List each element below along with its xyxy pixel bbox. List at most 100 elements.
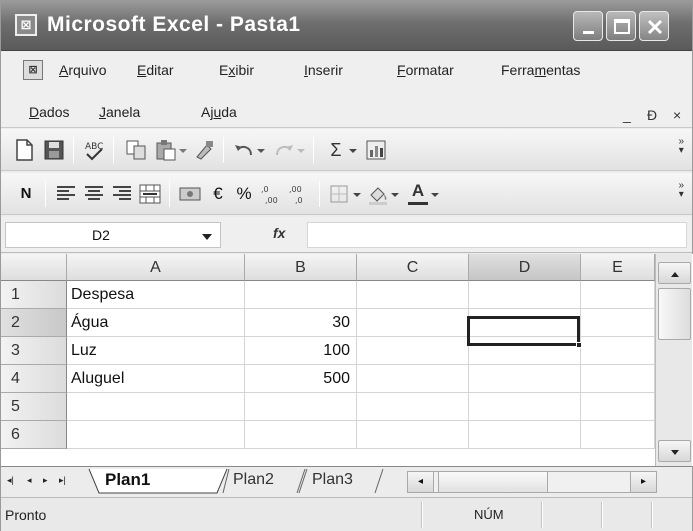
cell-b4[interactable]: 500 [245,365,357,393]
merge-center-icon[interactable] [137,181,163,207]
menu-arquivo[interactable]: Arquivo [59,62,106,78]
toolbar-options-icon[interactable]: » ▾ [678,137,684,156]
cell-d4[interactable] [469,365,581,393]
align-left-icon[interactable] [53,181,79,207]
cell-e6[interactable] [581,421,655,449]
previous-sheet-icon[interactable]: ◂ [27,475,32,486]
row-header-6[interactable]: 6 [1,421,67,449]
align-center-icon[interactable] [81,181,107,207]
row-header-3[interactable]: 3 [1,337,67,365]
new-document-icon[interactable] [11,137,37,163]
increase-decimal-icon[interactable]: ,0,00 [259,181,285,207]
menu-janela[interactable]: Janela [99,104,140,120]
borders-dropdown-icon[interactable] [351,181,363,207]
name-box-dropdown-icon[interactable] [202,234,212,240]
column-header-e[interactable]: E [581,254,655,281]
workbook-icon[interactable]: ⊠ [23,60,43,80]
menu-dados[interactable]: Dados [29,104,69,120]
undo-dropdown-icon[interactable] [255,137,267,163]
scroll-right-button[interactable]: ▸ [630,472,656,492]
cell-b2[interactable]: 30 [245,309,357,337]
menu-formatar[interactable]: Formatar [397,62,454,78]
save-icon[interactable] [41,137,67,163]
cell-a4[interactable]: Aluguel [67,365,245,393]
close-button[interactable] [639,11,669,41]
cell-c2[interactable] [357,309,469,337]
cell-e2[interactable] [581,309,655,337]
menu-editar[interactable]: Editar [137,62,174,78]
cell-b6[interactable] [245,421,357,449]
chart-wizard-icon[interactable] [363,137,389,163]
fill-handle[interactable] [576,342,582,348]
cell-b5[interactable] [245,393,357,421]
cell-b1[interactable] [245,281,357,309]
cell-e1[interactable] [581,281,655,309]
borders-icon[interactable] [327,181,353,207]
minimize-button[interactable] [573,11,603,41]
menu-exibir[interactable]: Exibir [219,62,254,78]
formula-input[interactable] [307,222,687,248]
cell-d1[interactable] [469,281,581,309]
excel-app-icon[interactable]: ⊠ [15,14,37,36]
scroll-left-button[interactable]: ◂ [408,472,434,492]
cell-b3[interactable]: 100 [245,337,357,365]
sheet-tab-plan3[interactable]: Plan3 [312,467,353,493]
cell-d6[interactable] [469,421,581,449]
cell-e4[interactable] [581,365,655,393]
toolbar-options-icon[interactable]: » ▾ [678,181,684,200]
cell-c5[interactable] [357,393,469,421]
insert-function-button[interactable]: fx [273,225,285,241]
vertical-scrollbar[interactable] [655,254,692,466]
workbook-close-button[interactable]: × [673,107,681,123]
decrease-decimal-icon[interactable]: ,00,0 [287,181,313,207]
percent-style-button[interactable]: % [231,181,257,207]
select-all-button[interactable] [1,254,67,281]
scroll-down-button[interactable] [658,440,691,462]
autosum-icon[interactable]: Σ [323,137,349,163]
column-header-b[interactable]: B [245,254,357,281]
active-cell-outline[interactable] [467,316,582,348]
sheet-tab-plan2[interactable]: Plan2 [233,467,274,493]
horizontal-scroll-thumb[interactable] [438,472,548,492]
column-header-c[interactable]: C [357,254,469,281]
autosum-dropdown-icon[interactable] [347,137,359,163]
euro-button[interactable]: € [205,181,231,207]
cell-c1[interactable] [357,281,469,309]
cell-c3[interactable] [357,337,469,365]
scroll-up-button[interactable] [658,262,691,284]
bold-button[interactable]: N [13,181,39,207]
row-header-5[interactable]: 5 [1,393,67,421]
undo-icon[interactable] [231,137,257,163]
cell-c4[interactable] [357,365,469,393]
next-sheet-icon[interactable]: ▸ [43,475,48,486]
paste-icon[interactable] [153,137,179,163]
cell-e3[interactable] [581,337,655,365]
row-header-2[interactable]: 2 [1,309,67,337]
align-right-icon[interactable] [109,181,135,207]
font-color-dropdown-icon[interactable] [429,181,441,207]
menu-ferramentas[interactable]: Ferramentas [501,62,580,78]
spelling-icon[interactable]: ABC [81,137,107,163]
title-bar[interactable]: ⊠ Microsoft Excel - Pasta1 [1,1,692,51]
cell-c6[interactable] [357,421,469,449]
row-header-4[interactable]: 4 [1,365,67,393]
cell-a2[interactable]: Água [67,309,245,337]
last-sheet-icon[interactable]: ▸| [59,475,66,486]
workbook-minimize-button[interactable]: _ [623,107,631,123]
first-sheet-icon[interactable]: ◂| [7,475,14,486]
column-header-d[interactable]: D [469,254,581,281]
currency-icon[interactable] [177,181,203,207]
menu-ajuda[interactable]: Ajuda [201,104,237,120]
maximize-button[interactable] [606,11,636,41]
fill-color-dropdown-icon[interactable] [389,181,401,207]
column-header-a[interactable]: A [67,254,245,281]
redo-dropdown-icon[interactable] [295,137,307,163]
workbook-restore-button[interactable]: Ð [647,107,657,123]
copy-icon[interactable] [123,137,149,163]
name-box[interactable]: D2 [5,222,221,248]
cell-a6[interactable] [67,421,245,449]
cell-e5[interactable] [581,393,655,421]
font-color-button[interactable]: A [405,181,431,207]
row-header-1[interactable]: 1 [1,281,67,309]
cell-a3[interactable]: Luz [67,337,245,365]
